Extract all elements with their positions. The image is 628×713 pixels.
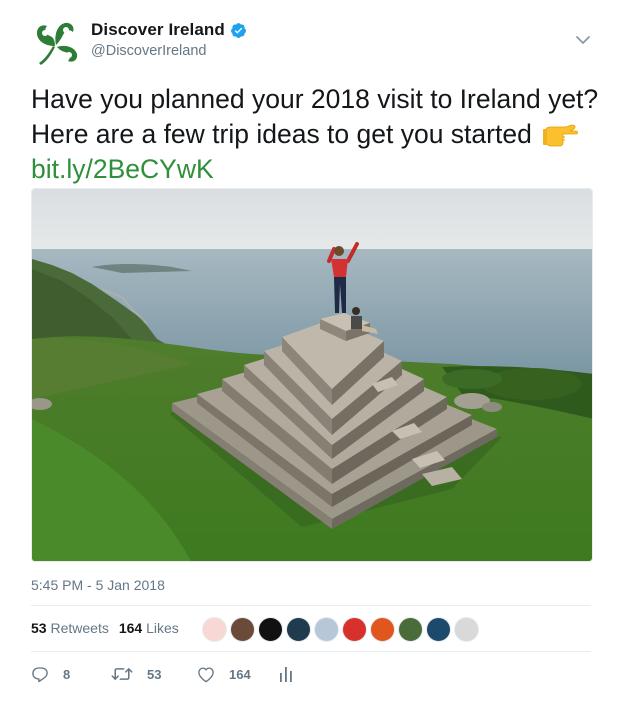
retweet-button[interactable]: 53 (111, 665, 197, 683)
retweets-label: Retweets (50, 620, 109, 636)
retweet-count: 53 (147, 666, 162, 682)
divider (31, 651, 591, 652)
likes-stat[interactable]: 164 Likes (119, 620, 179, 636)
chevron-down-icon[interactable] (575, 34, 591, 46)
liker-avatars (202, 617, 479, 642)
liker-avatar[interactable] (342, 617, 367, 642)
liker-avatar[interactable] (258, 617, 283, 642)
likes-label: Likes (146, 620, 179, 636)
liker-avatar[interactable] (230, 617, 255, 642)
shamrock-logo-icon (37, 22, 78, 65)
account-avatar[interactable] (31, 19, 81, 69)
tweet-photo[interactable] (31, 188, 593, 562)
author-block[interactable]: Discover Ireland @DiscoverIreland (91, 20, 247, 59)
liker-avatar[interactable] (286, 617, 311, 642)
retweets-count: 53 (31, 620, 47, 636)
tweet-body-text: Have you planned your 2018 visit to Irel… (31, 84, 599, 149)
divider (31, 605, 591, 606)
like-count: 164 (229, 666, 251, 682)
engagement-stats: 53 Retweets 164 Likes (31, 620, 179, 636)
liker-avatar[interactable] (314, 617, 339, 642)
tweet-text: Have you planned your 2018 visit to Irel… (31, 82, 601, 187)
like-button[interactable]: 164 (197, 666, 279, 683)
display-name[interactable]: Discover Ireland (91, 20, 225, 40)
liker-avatar[interactable] (370, 617, 395, 642)
likes-count: 164 (118, 620, 143, 636)
user-handle[interactable]: @DiscoverIreland (91, 43, 247, 59)
action-bar: 8 53 164 (31, 665, 293, 683)
reply-button[interactable]: 8 (31, 665, 111, 683)
reply-count: 8 (63, 666, 71, 682)
pointing-right-hand-icon (543, 121, 579, 147)
liker-avatar[interactable] (398, 617, 423, 642)
liker-avatar[interactable] (202, 617, 227, 642)
verified-badge-icon (230, 22, 246, 38)
analytics-button[interactable] (279, 665, 293, 683)
retweets-stat[interactable]: 53 Retweets (31, 620, 109, 636)
retweet-icon (111, 668, 133, 680)
liker-avatar[interactable] (454, 617, 479, 642)
liker-avatar[interactable] (426, 617, 451, 642)
tweet-card: Discover Ireland @DiscoverIreland Have y… (0, 0, 628, 713)
heart-icon (198, 666, 214, 682)
tweet-link[interactable]: bit.ly/2BeCYwK (31, 154, 214, 184)
pyramid-coast-photo (32, 189, 592, 561)
reply-icon (32, 667, 48, 683)
analytics-icon (280, 667, 292, 682)
tweet-timestamp[interactable]: 5:45 PM - 5 Jan 2018 (31, 577, 165, 593)
